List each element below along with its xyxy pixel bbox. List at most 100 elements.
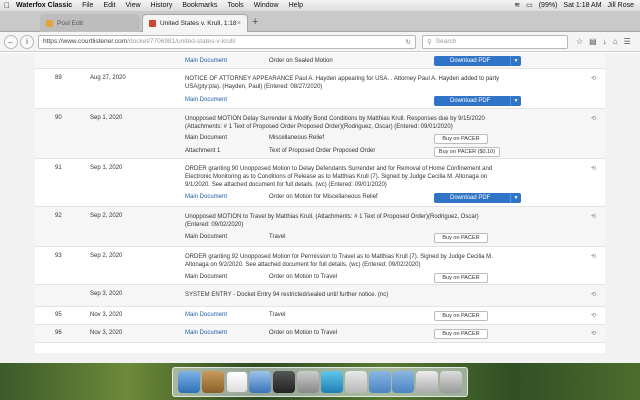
docket-row: 91 Sep 1, 2020 ORDER granting 90 Unoppos… [35,159,605,207]
download-pdf-button[interactable]: Download PDF ▼ [434,56,521,66]
document-link[interactable]: Main Document [185,194,269,200]
buy-on-pacer-button[interactable]: Buy on PACER [434,311,488,321]
new-tab-icon[interactable]: + [252,16,258,28]
share-icon[interactable]: ⟲ [591,75,596,82]
url-bar[interactable]: https://www.courtlistener.com /docket/77… [38,34,416,49]
docket-row: 92 Sep 2, 2020 Unopposed MOTION to Trave… [35,207,605,247]
button-label: Download PDF [450,58,491,64]
document-link[interactable]: Main Document [185,58,269,64]
download-icon[interactable]: ↓ [603,37,607,46]
search-bar[interactable]: ⚲ Search [422,34,568,49]
dropdown-caret-icon[interactable]: ▼ [510,193,521,203]
menu-history[interactable]: History [151,2,173,9]
applications-folder-icon[interactable] [368,371,391,393]
buy-on-pacer-button[interactable]: Buy on PACER [434,273,488,283]
preview-icon[interactable] [249,371,272,393]
menu-tools[interactable]: Tools [227,2,243,9]
entry-description: NOTICE OF ATTORNEY APPEARANCE Paul A. Ha… [185,76,500,90]
document-description: Travel [269,312,286,318]
system-preferences-icon[interactable] [297,371,320,393]
favicon-icon [149,20,156,27]
document-description: Order on Motion to Travel [269,274,338,280]
buy-on-pacer-button[interactable]: Buy on PACER [434,134,488,144]
contacts-icon[interactable] [201,371,224,393]
finder-icon[interactable] [177,371,200,393]
dropdown-caret-icon[interactable]: ▼ [510,96,521,106]
menu-hamburger-icon[interactable]: ☰ [624,37,631,46]
url-path: /docket/7706981/united-states-v-krull/ [127,38,236,45]
document-link[interactable]: Main Document [185,234,269,240]
menu-edit[interactable]: Edit [103,2,115,9]
download-pdf-button[interactable]: Download PDF ▼ [434,96,521,106]
menu-window[interactable]: Window [254,2,279,9]
entry-number: 93 [55,253,62,259]
waterfox-icon[interactable] [320,371,343,393]
menu-bookmarks[interactable]: Bookmarks [182,2,217,9]
share-icon[interactable]: ⟲ [591,115,596,122]
docket-row: 90 Sep 1, 2020 Unopposed MOTION Delay Su… [35,109,605,159]
wifi-icon[interactable]: ≋ [514,1,520,9]
document-description: Travel [269,234,286,240]
tab-docket[interactable]: United States v. Krull, 1:18 × [142,14,248,32]
document-line: Main Document Order on Motion to Travel [185,272,585,282]
toolbar-icons: ☆ ▤ ↓ ⌂ ☰ [576,37,631,46]
buy-on-pacer-button[interactable]: Buy on PACER [434,233,488,243]
share-icon[interactable]: ⟲ [591,312,596,319]
document-link[interactable]: Main Document [185,312,269,318]
dock [172,367,468,397]
menu-view[interactable]: View [126,2,141,9]
entry-description: SYSTEM ENTRY - Docket Entry 94 restricte… [185,292,389,298]
calendar-icon[interactable] [225,371,248,393]
back-icon[interactable]: ← [4,34,18,49]
share-icon[interactable]: ⟲ [591,213,596,220]
document-link[interactable]: Main Document [185,97,269,103]
reload-icon[interactable]: ↻ [406,38,411,46]
trash-icon[interactable] [440,371,463,393]
docket-table: Main Document Order on Sealed Motion Dow… [35,53,605,353]
user-name[interactable]: Jill Rose [608,2,634,9]
document-link[interactable]: Main Document [185,135,269,141]
dropdown-caret-icon[interactable]: ▼ [510,56,521,66]
home-icon[interactable]: ⌂ [613,37,618,46]
tab-post-edit[interactable]: Post Edit [40,14,140,32]
document-link[interactable]: Main Document [185,330,269,336]
document-description: Text of Proposed Order Proposed Order [269,148,376,154]
share-icon[interactable]: ⟲ [591,165,596,172]
app-store-icon[interactable] [344,371,367,393]
entry-date: Aug 27, 2020 [90,75,126,81]
app-menu[interactable]: Waterfox Classic [16,2,72,9]
close-tab-icon[interactable]: × [237,20,241,27]
share-icon[interactable]: ⟲ [591,253,596,260]
info-icon[interactable]: i [20,34,34,49]
document-line: Main Document Order on Motion to Travel [185,328,585,338]
buy-on-pacer-button[interactable]: Buy on PACER ($0.10) [434,147,500,157]
apple-menu-icon[interactable]:  [4,1,10,10]
entry-description: ORDER granting 92 Unopposed Motion for P… [185,254,493,268]
menu-file[interactable]: File [82,2,93,9]
menu-help[interactable]: Help [289,2,303,9]
mac-menubar:  Waterfox Classic File Edit View Histor… [0,0,640,11]
document-line: Main Document Order on Sealed Motion [185,56,585,66]
documents-folder-icon[interactable] [392,371,415,393]
entry-date: Sep 2, 2020 [90,213,123,219]
entry-number: 91 [55,165,62,171]
share-icon[interactable]: ⟲ [591,330,596,337]
reading-list-icon[interactable]: ▤ [589,37,597,46]
tab-strip: Post Edit United States v. Krull, 1:18 ×… [0,11,640,32]
search-icon: ⚲ [427,38,432,46]
help-icon[interactable] [416,371,439,393]
battery-icon[interactable]: ▭ [526,1,533,9]
url-host: https://www.courtlistener.com [43,38,128,45]
entry-number: 90 [55,115,62,121]
buy-on-pacer-button[interactable]: Buy on PACER [434,329,488,339]
terminal-icon[interactable] [273,371,296,393]
share-icon[interactable]: ⟲ [591,291,596,298]
download-pdf-button[interactable]: Download PDF ▼ [434,193,521,203]
document-link[interactable]: Main Document [185,274,269,280]
attachment-link[interactable]: Attachment 1 [185,148,269,154]
bookmark-star-icon[interactable]: ☆ [576,37,583,46]
status-area: ≋ ▭ (99%) Sat 1:18 AM Jill Rose [514,1,634,10]
entry-number: 92 [55,213,62,219]
clock[interactable]: Sat 1:18 AM [563,2,601,9]
entry-description: Unopposed MOTION Delay Surrender & Modif… [185,116,485,130]
